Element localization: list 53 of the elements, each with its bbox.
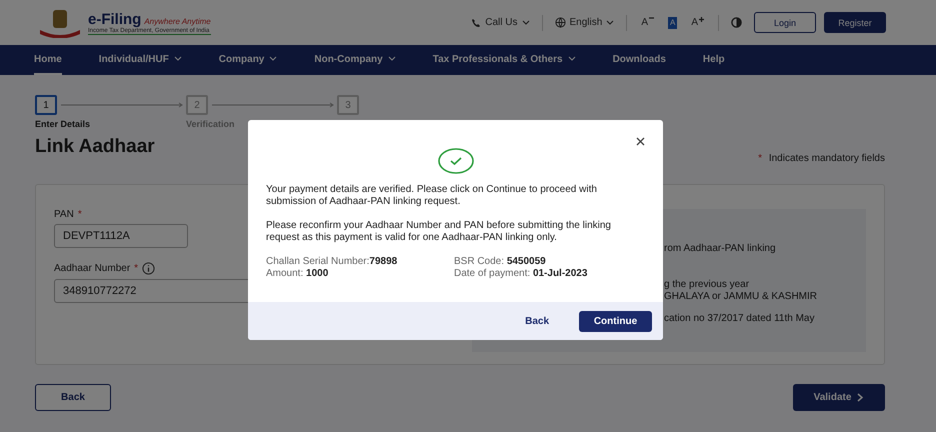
info-icon[interactable]	[142, 262, 156, 275]
info-text: g the previous year	[664, 279, 750, 291]
language-dropdown[interactable]: English	[554, 17, 614, 28]
register-button[interactable]: Register	[824, 12, 886, 33]
info-text: GHALAYA or JAMMU & KASHMIR	[664, 291, 818, 303]
plus-icon	[699, 16, 704, 22]
payment-detail: Amount: 1000	[266, 268, 330, 280]
brand-name: e-Filing	[88, 10, 142, 28]
field-label: PAN	[54, 209, 74, 220]
text-input-field[interactable]: DEVPT1112A	[54, 224, 188, 248]
call-us-button[interactable]: Call Us	[471, 17, 530, 28]
dialog-back-button[interactable]: Back	[519, 314, 555, 328]
step-label: Verification	[186, 119, 236, 129]
globe-icon	[554, 17, 566, 28]
contrast-icon[interactable]	[731, 17, 742, 28]
step-number: 1	[35, 95, 57, 115]
nav-item[interactable]: Help	[702, 45, 725, 75]
font-size-button[interactable]: A	[668, 16, 678, 28]
back-button[interactable]: Back	[35, 384, 111, 411]
chevron-right-icon	[857, 393, 864, 402]
payment-detail: BSR Code: 5450059	[454, 256, 547, 268]
validate-button[interactable]: Validate	[793, 384, 885, 411]
caret-icon	[606, 20, 614, 26]
payment-detail: Date of payment: 01-Jul-2023	[454, 268, 588, 280]
required-mark: *	[134, 263, 138, 274]
nav-item[interactable]: Non-Company	[314, 45, 396, 75]
page-title: Link Aadhaar	[35, 136, 155, 158]
font-size-button[interactable]: A	[639, 16, 656, 28]
dialog-message: Please reconfirm your Aadhaar Number and PAN before submitting the linking request as this payment is valid for one Aadhaar-PAN linking only.	[266, 220, 612, 244]
info-text: rom Aadhaar-PAN linking	[664, 243, 777, 255]
close-icon[interactable]	[636, 137, 645, 146]
minus-icon	[648, 16, 654, 18]
field-label: Aadhaar Number	[54, 263, 130, 274]
nav-item[interactable]: Home	[34, 45, 62, 75]
nav-item[interactable]: Company	[218, 45, 278, 75]
mandatory-note: * Indicates mandatory fields	[757, 153, 885, 164]
dialog-message: Your payment details are verified. Please click on Continue to proceed with submission of Aadhaar-PAN linking request.	[266, 184, 598, 208]
caret-icon	[522, 20, 530, 26]
info-text: cation no 37/2017 dated 11th May	[664, 313, 816, 325]
brand-tagline: Anywhere Anytime	[144, 16, 211, 26]
nav-item[interactable]: Tax Professionals & Others	[432, 45, 576, 75]
font-size-button[interactable]: A	[689, 16, 706, 28]
step-number: 2	[186, 95, 208, 115]
phone-icon	[471, 18, 482, 28]
nav-item[interactable]: Individual/HUF	[98, 45, 182, 75]
continue-button[interactable]: Continue	[579, 310, 652, 332]
required-mark: *	[78, 209, 82, 220]
payment-detail: Challan Serial Number:79898	[266, 256, 398, 268]
step-label: Enter Details	[35, 119, 92, 129]
nav-item[interactable]: Downloads	[612, 45, 666, 75]
step-number: 3	[337, 95, 359, 115]
login-button[interactable]: Login	[754, 12, 816, 33]
success-check-icon	[438, 148, 474, 174]
